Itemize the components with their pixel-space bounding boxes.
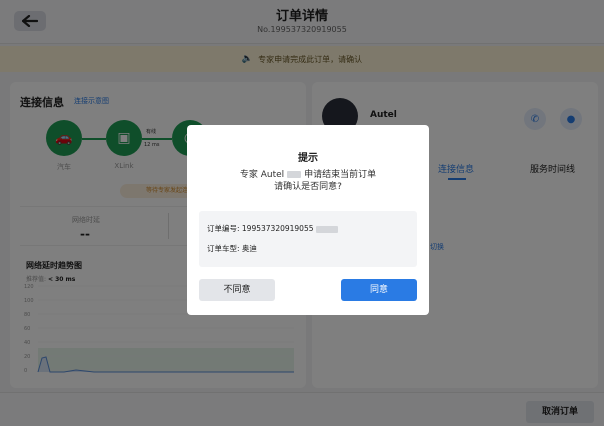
confirm-dialog: 提示 专家 Autel 申请结束当前订单 请确认是否同意? 订单编号: 19953… — [187, 125, 429, 315]
order-info-box: 订单编号: 199537320919055 订单车型: 奥迪 — [199, 211, 417, 267]
vehicle-line: 订单车型: 奥迪 — [207, 244, 257, 253]
dialog-message-line2: 请确认是否同意? — [274, 182, 342, 192]
dialog-message-suffix: 申请结束当前订单 — [304, 170, 377, 180]
disagree-button[interactable]: 不同意 — [199, 279, 275, 301]
dialog-message: 专家 Autel 申请结束当前订单 请确认是否同意? — [187, 169, 429, 193]
masked-text — [315, 225, 338, 233]
agree-button[interactable]: 同意 — [341, 279, 417, 301]
dialog-message-line1: 专家 Autel 申请结束当前订单 — [187, 169, 429, 181]
dialog-message-prefix: 专家 Autel — [239, 170, 285, 180]
order-number-line: 订单编号: 199537320919055 — [207, 223, 338, 234]
dialog-title: 提示 — [298, 153, 318, 164]
masked-text — [287, 171, 302, 178]
order-number-text: 订单编号: 199537320919055 — [207, 224, 314, 233]
